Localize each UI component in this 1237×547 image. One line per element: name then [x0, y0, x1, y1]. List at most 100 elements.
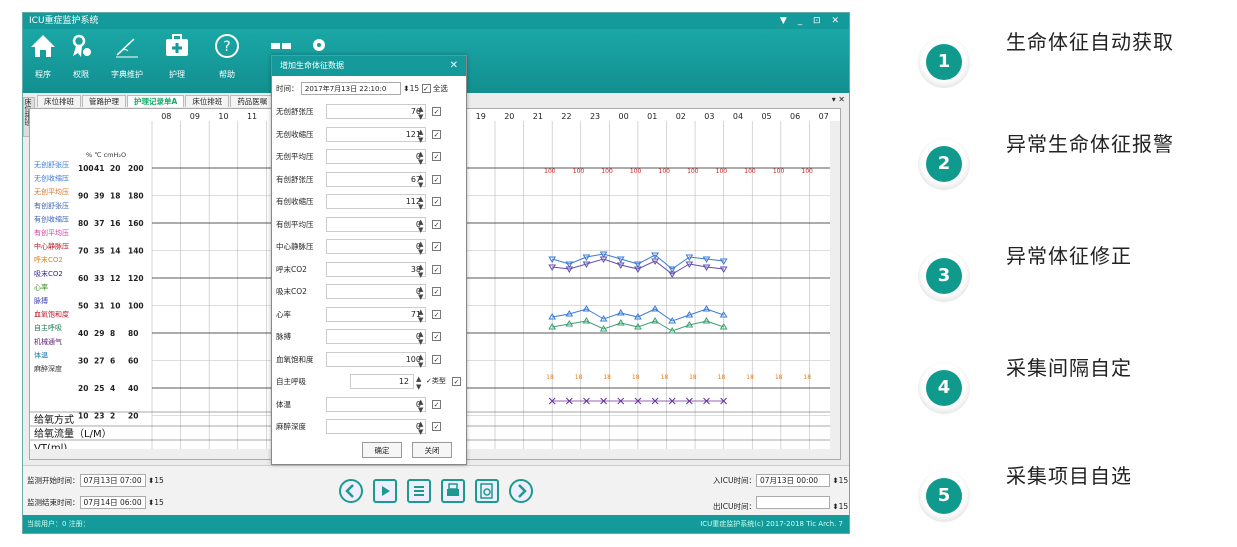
field-value-input[interactable]: 0 — [326, 419, 426, 434]
spin-arrows-icon[interactable]: ▲ ▼ — [418, 128, 423, 144]
spin-arrows-icon[interactable]: ▲ ▼ — [418, 195, 423, 211]
feature-badge: 3 — [918, 250, 970, 302]
orange-mark: 18 — [603, 374, 611, 381]
ok-button[interactable]: 确定 — [362, 442, 402, 458]
list-icon[interactable] — [407, 479, 431, 503]
date-spin-icon[interactable]: ⬍15 — [832, 502, 848, 511]
spin-arrows-icon[interactable]: ▲ ▼ — [418, 308, 423, 324]
close-button[interactable]: 关闭 — [412, 442, 452, 458]
field-value-input[interactable]: 0 — [326, 284, 426, 299]
panel-controls[interactable]: ▾ ✕ — [832, 95, 845, 104]
toolbar-permission-button[interactable]: 权限 — [61, 33, 101, 80]
scale-tick-label: 14 — [110, 247, 120, 256]
spin-arrows-icon[interactable]: ▲ ▼ — [418, 285, 423, 301]
field-checkbox[interactable]: ✓ — [432, 152, 441, 161]
date-spin-icon[interactable]: ⬍15 — [148, 498, 164, 507]
next-icon[interactable] — [509, 479, 533, 503]
field-checkbox[interactable]: ✓ — [432, 309, 441, 319]
print-icon[interactable] — [441, 479, 465, 503]
dialog-close-icon[interactable]: ✕ — [450, 56, 458, 76]
field-value-input[interactable]: 0 — [326, 149, 426, 164]
spin-arrows-icon[interactable]: ▲ ▼ — [418, 420, 423, 436]
spin-arrows-icon[interactable]: ▲ ▼ — [418, 240, 423, 256]
preview-icon[interactable] — [475, 479, 499, 503]
toolbar-dictionary-button[interactable]: 字典维护 — [107, 33, 147, 80]
toolbar-nursing-button[interactable]: 护理 — [157, 33, 197, 80]
hour-tick-label: 11 — [247, 112, 257, 121]
scale-tick-label: 120 — [128, 274, 144, 283]
spin-arrows-icon[interactable]: ▲ ▼ — [418, 398, 423, 414]
scale-tick-label: 90 — [78, 192, 88, 201]
dialog-field-row: 无创平均压 0 ▲ ▼ ✓ — [272, 149, 468, 169]
field-checkbox[interactable]: ✓ — [432, 354, 441, 364]
field-value-input[interactable]: 121 — [326, 126, 426, 142]
field-checkbox[interactable]: ✓ — [432, 107, 441, 116]
field-value-input[interactable]: 0 — [326, 329, 426, 344]
field-value-input[interactable]: 0 — [326, 239, 426, 254]
window-controls[interactable]: ▼ _ ⊡ ✕ — [780, 13, 843, 29]
field-value-input[interactable]: 100 — [326, 351, 426, 367]
feature-badge: 5 — [918, 470, 970, 522]
field-checkbox[interactable]: ✓ — [432, 264, 441, 274]
field-checkbox[interactable]: ✓ — [432, 422, 441, 431]
select-all-checkbox[interactable]: ✓ — [421, 84, 431, 93]
date-spin-icon[interactable]: ⬍15 — [148, 476, 164, 485]
spin-arrows-icon[interactable]: ▲ ▼ — [418, 218, 423, 234]
dialog-time-input[interactable]: 2017年7月13日 22:10:0 — [300, 82, 401, 95]
field-checkbox[interactable]: ✓ — [432, 332, 441, 341]
home-icon — [31, 35, 55, 57]
add-vitals-dialog: 增加生命体征数据 ✕ 时间： 2017年7月13日 22:10:0 ⬍15 ✓ … — [271, 55, 467, 465]
play-icon[interactable] — [373, 479, 397, 503]
scale-tick-label: 200 — [128, 164, 144, 173]
prev-icon[interactable] — [339, 479, 363, 503]
field-value-input[interactable]: 0 — [326, 216, 426, 232]
icu-out-input[interactable] — [755, 496, 830, 509]
field-label: 中心静脉压 — [276, 242, 314, 251]
field-value-input[interactable]: 76 — [326, 104, 426, 119]
tab-bed-schedule-2[interactable]: 床位排班 — [185, 95, 230, 107]
hour-tick-label: 09 — [190, 112, 200, 121]
field-checkbox[interactable]: ✓ — [452, 377, 461, 386]
toolbar-program-button[interactable]: 程序 — [23, 33, 63, 80]
field-value-input[interactable]: 112 — [326, 194, 426, 209]
field-value-input[interactable]: 71 — [326, 306, 426, 322]
field-checkbox[interactable]: ✓ — [432, 197, 441, 206]
vertical-scrollbar[interactable] — [830, 121, 841, 449]
field-value-input[interactable]: 67 — [326, 171, 426, 187]
tab-nursing-record-a[interactable]: 护理记录单A — [127, 95, 185, 107]
calendar-icon[interactable]: ⬍15 — [403, 84, 419, 93]
tab-tube-care[interactable]: 管路护理 — [82, 95, 126, 107]
field-checkbox[interactable]: ✓ — [432, 129, 441, 139]
scale-tick-label: 39 — [94, 192, 104, 201]
legend-item: 血氧饱和度 — [34, 310, 69, 319]
monitor-start-input[interactable]: 07月13日 07:00 — [79, 474, 146, 487]
field-checkbox[interactable]: ✓ — [432, 219, 441, 229]
scale-tick-label: 12 — [110, 274, 120, 283]
toolbar-settings-icons[interactable] — [269, 37, 329, 57]
spin-arrows-icon[interactable]: ▲ ▼ — [416, 375, 421, 391]
monitor-end-input[interactable]: 07月14日 06:00 — [79, 496, 146, 509]
field-value-input[interactable]: 12 — [350, 374, 414, 389]
field-checkbox[interactable]: ✓ — [432, 242, 441, 251]
field-value-input[interactable]: 0 — [326, 396, 426, 412]
spin-arrows-icon[interactable]: ▲ ▼ — [418, 173, 423, 189]
date-spin-icon[interactable]: ⬍15 — [832, 476, 848, 485]
spin-arrows-icon[interactable]: ▲ ▼ — [418, 330, 423, 346]
field-checkbox[interactable]: ✓ — [432, 399, 441, 409]
icu-in-input[interactable]: 07月13日 00:00 — [755, 474, 830, 487]
tab-bed-schedule[interactable]: 床位排班 — [37, 95, 81, 107]
tab-drug-orders[interactable]: 药品医嘱 — [230, 95, 275, 107]
field-checkbox[interactable]: ✓ — [432, 174, 441, 184]
scale-tick-label: 27 — [94, 357, 104, 366]
spin-arrows-icon[interactable]: ▲ ▼ — [418, 150, 423, 166]
field-checkbox[interactable]: ✓ — [432, 287, 441, 296]
status-bar: 当前用户：0 注册： ICU重症监护系统(c) 2017-2018 Tic Ar… — [23, 515, 849, 533]
spin-arrows-icon[interactable]: ▲ ▼ — [418, 263, 423, 279]
field-value-input[interactable]: 38 — [326, 261, 426, 277]
spin-arrows-icon[interactable]: ▲ ▼ — [418, 353, 423, 369]
spin-arrows-icon[interactable]: ▲ ▼ — [418, 105, 423, 121]
red-mark: 100 — [659, 168, 671, 175]
tab-bar: 床位排班 管路护理 护理记录单A 床位排班 药品医嘱 — [29, 95, 275, 107]
scale-tick-label: 160 — [128, 219, 144, 228]
toolbar-help-button[interactable]: ? 帮助 — [207, 33, 247, 80]
